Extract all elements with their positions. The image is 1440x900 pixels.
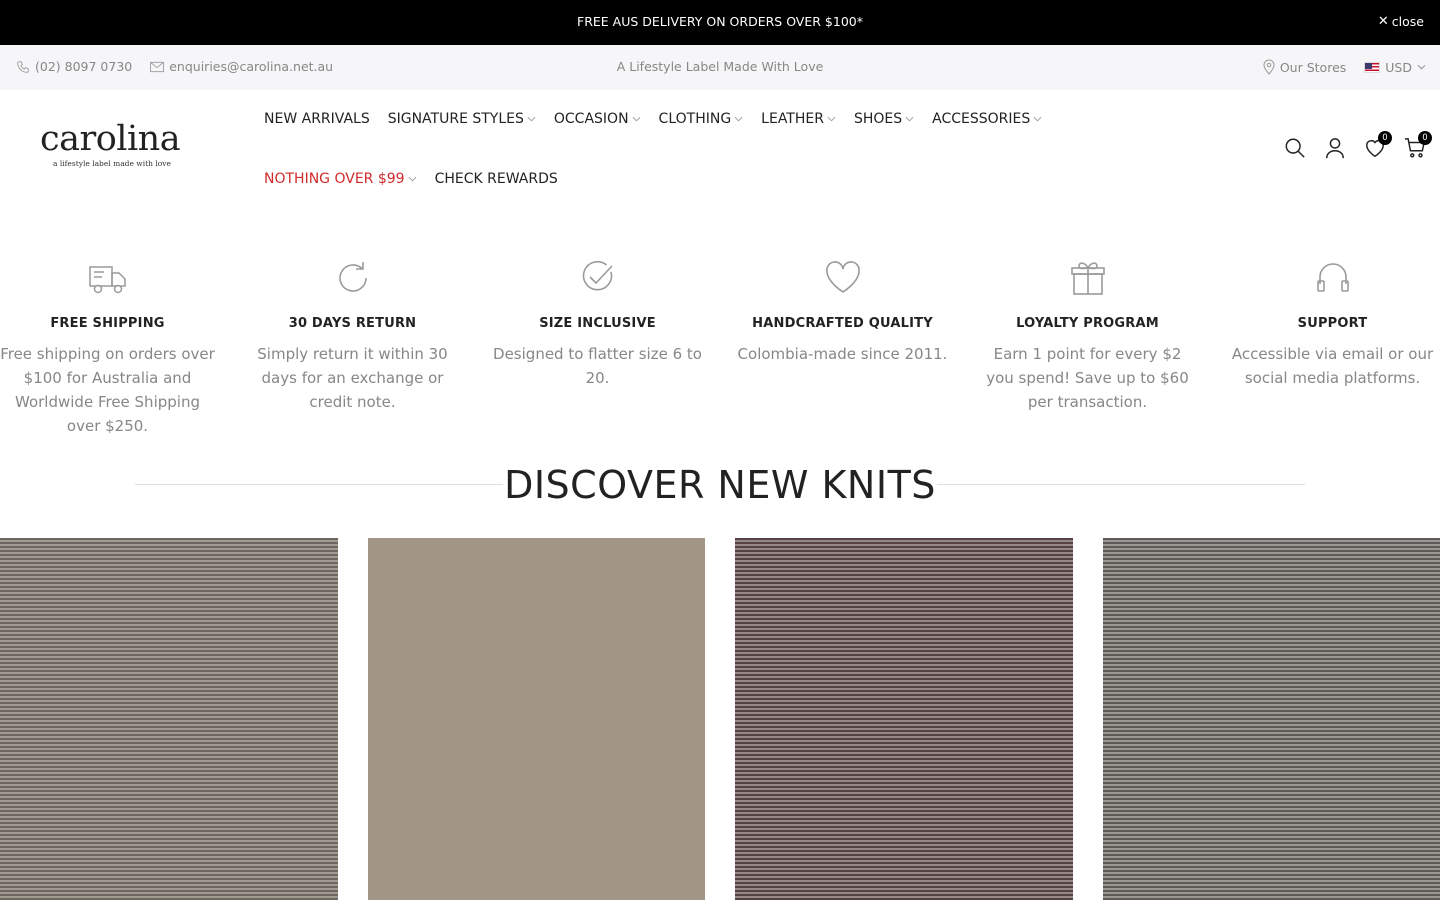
phone-icon — [17, 60, 29, 73]
nav-label: CHECK REWARDS — [434, 171, 558, 187]
email-link[interactable]: enquiries@carolina.net.au — [150, 59, 333, 74]
wishlist-button[interactable]: 0 — [1364, 131, 1392, 159]
wishlist-count-badge: 0 — [1378, 131, 1392, 145]
divider-line — [937, 484, 1305, 485]
truck-icon — [88, 266, 126, 294]
phone-link[interactable]: (02) 8097 0730 — [16, 59, 132, 74]
feature-size-inclusive: SIZE INCLUSIVE Designed to flatter size … — [490, 258, 705, 390]
close-icon: ✕ — [1377, 14, 1389, 29]
nav-label: ACCESSORIES — [932, 111, 1031, 127]
logo-tagline: a lifestyle label made with love — [53, 159, 171, 168]
header-actions: 0 0 — [1284, 131, 1432, 159]
cart-count-badge: 0 — [1418, 131, 1432, 145]
feature-loyalty-program: LOYALTY PROGRAM Earn 1 point for every $… — [980, 258, 1195, 414]
search-button[interactable] — [1284, 137, 1306, 159]
feature-support: SUPPORT Accessible via email or our soci… — [1225, 258, 1440, 390]
announcement-bar: FREE AUS DELIVERY ON ORDERS OVER $100* ✕… — [0, 0, 1440, 45]
nav-label: NOTHING OVER $99 — [264, 171, 405, 187]
chevron-down-icon — [408, 176, 416, 182]
feature-title: 30 DAYS RETURN — [288, 316, 417, 331]
logo[interactable]: carolina a lifestyle label made with lov… — [40, 119, 181, 169]
chevron-down-icon — [734, 116, 743, 122]
gift-icon — [1070, 262, 1105, 295]
feature-description: Simply return it within 30 days for an e… — [257, 345, 448, 411]
nav-occasion[interactable]: OCCASION — [554, 111, 641, 127]
section-heading: DISCOVER NEW KNITS — [0, 462, 1440, 508]
account-button[interactable] — [1324, 137, 1346, 159]
cart-button[interactable]: 0 — [1404, 131, 1432, 159]
chevron-down-icon — [905, 116, 914, 122]
chevron-down-icon — [1417, 64, 1426, 70]
main-nav-row-1: NEW ARRIVALS SIGNATURE STYLES OCCASION C… — [264, 111, 1042, 127]
us-flag-icon — [1364, 61, 1381, 73]
nav-leather[interactable]: LEATHER — [761, 111, 836, 127]
product-card-image[interactable] — [0, 538, 338, 900]
check-circle-icon — [582, 260, 613, 291]
nav-new-arrivals[interactable]: NEW ARRIVALS — [264, 111, 370, 127]
refresh-icon — [338, 262, 367, 292]
announcement-close-button[interactable]: ✕ close — [1378, 14, 1424, 29]
feature-description: Accessible via email or our social media… — [1231, 345, 1434, 387]
feature-30-days-return: 30 DAYS RETURN Simply return it within 3… — [245, 258, 460, 414]
site-header: carolina a lifestyle label made with lov… — [0, 90, 1440, 210]
feature-title: SIZE INCLUSIVE — [539, 316, 656, 331]
nav-label: SIGNATURE STYLES — [387, 111, 524, 127]
feature-description: Colombia-made since 2011. — [737, 345, 948, 363]
feature-description: Free shipping on orders over $100 for Au… — [0, 345, 215, 435]
currency-value: USD — [1385, 59, 1412, 75]
announcement-text: FREE AUS DELIVERY ON ORDERS OVER $100* — [577, 14, 863, 29]
chevron-down-icon — [827, 116, 836, 122]
product-card-image[interactable] — [368, 538, 705, 900]
headphones-icon — [1316, 263, 1349, 292]
chevron-down-icon — [632, 116, 640, 122]
topbar-tagline: A Lifestyle Label Made With Love — [616, 59, 824, 74]
currency-selector[interactable]: USD — [1364, 60, 1426, 75]
feature-description: Designed to flatter size 6 to 20. — [493, 345, 702, 387]
top-info-bar: (02) 8097 0730 enquiries@carolina.net.au… — [0, 45, 1440, 90]
nav-label: OCCASION — [553, 111, 629, 127]
phone-number: (02) 8097 0730 — [35, 59, 133, 74]
feature-title: SUPPORT — [1297, 316, 1368, 331]
product-card-image[interactable] — [735, 538, 1073, 900]
product-card-image[interactable] — [1103, 538, 1440, 900]
feature-handcrafted-quality: HANDCRAFTED QUALITY Colombia-made since … — [735, 258, 950, 366]
main-nav-row-2: NOTHING OVER $99 CHECK REWARDS — [264, 171, 558, 187]
nav-nothing-over-99[interactable]: NOTHING OVER $99 — [264, 171, 417, 187]
close-label: close — [1391, 14, 1424, 29]
nav-signature-styles[interactable]: SIGNATURE STYLES — [388, 111, 536, 127]
our-stores-link[interactable]: Our Stores — [1263, 59, 1346, 75]
nav-clothing[interactable]: CLOTHING — [659, 111, 744, 127]
features-row: FREE SHIPPING Free shipping on orders ov… — [0, 258, 1440, 448]
nav-accessories[interactable]: ACCESSORIES — [932, 111, 1042, 127]
nav-label: CLOTHING — [658, 111, 732, 127]
nav-shoes[interactable]: SHOES — [854, 111, 914, 127]
map-pin-icon — [1263, 59, 1275, 75]
nav-check-rewards[interactable]: CHECK REWARDS — [435, 171, 558, 187]
feature-title: LOYALTY PROGRAM — [1016, 316, 1159, 331]
user-icon — [1326, 138, 1344, 159]
email-address: enquiries@carolina.net.au — [169, 59, 334, 74]
chevron-down-icon — [527, 116, 536, 122]
feature-title: HANDCRAFTED QUALITY — [752, 316, 933, 331]
nav-label: NEW ARRIVALS — [264, 111, 370, 127]
nav-label: SHOES — [853, 111, 903, 127]
logo-wordmark: carolina — [40, 119, 181, 159]
our-stores-label: Our Stores — [1279, 59, 1347, 75]
heart-icon — [825, 261, 860, 293]
mail-icon — [150, 61, 165, 72]
section-title: DISCOVER NEW KNITS — [504, 463, 936, 507]
nav-label: LEATHER — [761, 111, 824, 127]
chevron-down-icon — [1033, 116, 1042, 122]
search-icon — [1285, 138, 1305, 158]
feature-title: FREE SHIPPING — [50, 316, 165, 331]
feature-free-shipping: FREE SHIPPING Free shipping on orders ov… — [0, 258, 215, 438]
feature-description: Earn 1 point for every $2 you spend! Sav… — [986, 345, 1189, 411]
